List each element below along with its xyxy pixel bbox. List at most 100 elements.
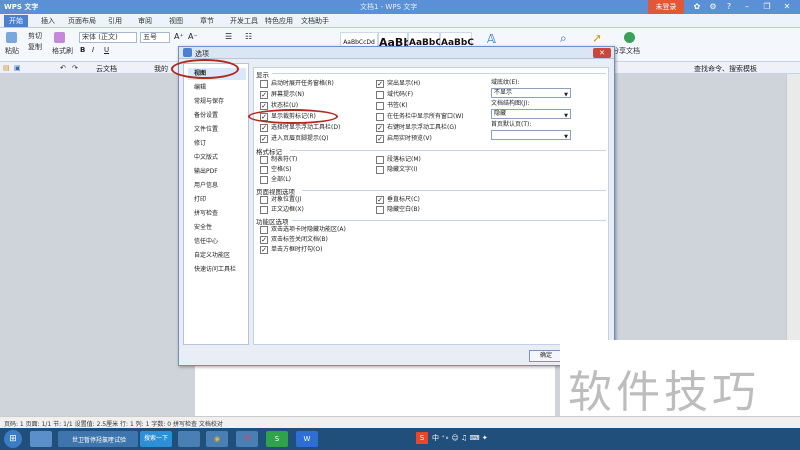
checkbox[interactable]: ✓: [260, 135, 268, 143]
checkbox[interactable]: [376, 91, 384, 99]
tab-references[interactable]: 引用: [103, 15, 127, 27]
format-painter-button[interactable]: 格式刷: [52, 46, 73, 56]
checkbox[interactable]: ✓: [376, 135, 384, 143]
nav-item-customize-ribbon[interactable]: 自定义功能区: [194, 250, 230, 262]
checkbox[interactable]: [260, 226, 268, 234]
dialog-title-bar[interactable]: 选项 ✕: [179, 47, 614, 59]
nav-item-trust-center[interactable]: 信任中心: [194, 236, 218, 248]
tab-view[interactable]: 视图: [164, 15, 188, 27]
find-icon[interactable]: ⌕: [560, 31, 567, 46]
wps-writer-icon[interactable]: W: [296, 431, 318, 447]
tab-developer[interactable]: 开发工具: [225, 15, 263, 27]
checkbox[interactable]: [376, 166, 384, 174]
nav-item-general-save[interactable]: 常规与保存: [194, 96, 224, 108]
nav-item-file-location[interactable]: 文件位置: [194, 124, 218, 136]
checkbox[interactable]: ✓: [260, 246, 268, 254]
checkbox[interactable]: [376, 102, 384, 110]
bold-icon[interactable]: B: [80, 46, 85, 54]
ime-mode-icon[interactable]: 中 ⁺∘ ☺ ♫ ⌨ ✦: [432, 433, 488, 443]
nav-item-spellcheck[interactable]: 拼写检查: [194, 208, 218, 220]
checkbox[interactable]: ✓: [376, 80, 384, 88]
format-painter-icon[interactable]: [54, 32, 65, 43]
share-icon[interactable]: [624, 32, 635, 43]
redo-icon[interactable]: ↷: [72, 64, 78, 72]
text-tool-icon[interactable]: 𝔸: [487, 32, 496, 46]
paste-icon[interactable]: [6, 32, 17, 43]
checkbox[interactable]: ✓: [260, 91, 268, 99]
copy-button[interactable]: 复制: [28, 42, 42, 52]
checkbox[interactable]: [376, 113, 384, 121]
cut-button[interactable]: 剪切: [28, 31, 42, 41]
settings-icon[interactable]: ⚙: [706, 1, 720, 13]
wps-sheets-icon[interactable]: S: [266, 431, 288, 447]
undo-icon[interactable]: ↶: [60, 64, 66, 72]
checkbox[interactable]: ✓: [376, 124, 384, 132]
numbered-list-icon[interactable]: ☷: [245, 32, 252, 41]
taskbar-app-icon[interactable]: [30, 431, 52, 447]
start-icon[interactable]: ⊞: [4, 430, 22, 448]
checkbox[interactable]: [260, 166, 268, 174]
checkbox[interactable]: ✓: [376, 196, 384, 204]
app-title[interactable]: WPS 文字: [4, 2, 38, 12]
grow-font-icon[interactable]: A⁺: [174, 32, 184, 41]
tab-page-layout[interactable]: 页面布局: [63, 15, 101, 27]
tab-insert[interactable]: 插入: [36, 15, 60, 27]
underline-icon[interactable]: U: [104, 46, 109, 54]
skin-icon[interactable]: ✿: [690, 1, 704, 13]
chrome-icon[interactable]: ◉: [206, 431, 228, 447]
checkbox[interactable]: [260, 176, 268, 184]
doc-map-select[interactable]: 隐藏 ▼: [491, 109, 571, 119]
checkbox[interactable]: ✓: [260, 124, 268, 132]
tab-home[interactable]: 开始: [4, 15, 28, 27]
select-icon[interactable]: ➚: [592, 31, 602, 45]
tab-features[interactable]: 特色应用: [260, 15, 298, 27]
nav-item-revision[interactable]: 修订: [194, 138, 206, 150]
option-label: 屏幕提示(N): [271, 91, 305, 98]
checkbox[interactable]: [260, 206, 268, 214]
shrink-font-icon[interactable]: A⁻: [188, 32, 198, 41]
font-name-select[interactable]: 宋体 (正文): [79, 32, 137, 43]
tab-review[interactable]: 审阅: [133, 15, 157, 27]
font-size-select[interactable]: 五号: [140, 32, 170, 43]
share-button[interactable]: 分享文档: [612, 46, 640, 56]
checkbox[interactable]: ✓: [260, 102, 268, 110]
close-icon[interactable]: ✕: [780, 1, 794, 13]
folder-icon[interactable]: ▤: [3, 64, 10, 72]
checkbox[interactable]: [260, 80, 268, 88]
field-shading-select[interactable]: 不显示 ▼: [491, 88, 571, 98]
taskbar-active-window[interactable]: 世卫暂停羟氯喹试验: [58, 431, 138, 447]
tab-chapter[interactable]: 章节: [195, 15, 219, 27]
nav-item-backup[interactable]: 备份设置: [194, 110, 218, 122]
tab-cloud-docs[interactable]: 云文档: [96, 64, 117, 74]
bullet-list-icon[interactable]: ☰: [225, 32, 232, 41]
first-page-select[interactable]: ▼: [491, 130, 571, 140]
wps-presentation-icon[interactable]: P: [236, 431, 258, 447]
login-button[interactable]: 未登录: [648, 0, 684, 14]
dialog-close-button[interactable]: ✕: [593, 48, 611, 58]
taskbar-app-icon[interactable]: [178, 431, 200, 447]
checkbox[interactable]: [376, 206, 384, 214]
checkbox[interactable]: [376, 156, 384, 164]
italic-icon[interactable]: I: [92, 46, 94, 54]
checkbox[interactable]: [260, 156, 268, 164]
ime-icon[interactable]: S: [416, 432, 428, 444]
ok-button[interactable]: 确定: [529, 350, 563, 362]
help-icon[interactable]: ?: [722, 1, 736, 13]
paste-button[interactable]: 粘贴: [5, 46, 19, 56]
nav-item-edit[interactable]: 编辑: [194, 82, 206, 94]
command-search[interactable]: 查找命令、搜索模板: [694, 64, 757, 74]
nav-item-chinese-layout[interactable]: 中文版式: [194, 152, 218, 164]
maximize-icon[interactable]: ❐: [760, 1, 774, 13]
save-icon[interactable]: ▣: [14, 64, 21, 72]
checkbox[interactable]: ✓: [260, 236, 268, 244]
nav-item-quick-access[interactable]: 快速访问工具栏: [194, 264, 236, 276]
taskbar-search-button[interactable]: 搜索一下: [140, 431, 172, 447]
minimize-icon[interactable]: –: [740, 1, 754, 13]
tab-doc-assistant[interactable]: 文档助手: [296, 15, 334, 27]
nav-item-security[interactable]: 安全性: [194, 222, 212, 234]
nav-item-print[interactable]: 打印: [194, 194, 206, 206]
nav-item-user-info[interactable]: 用户信息: [194, 180, 218, 192]
tab-my-docs[interactable]: 我的: [154, 64, 168, 74]
nav-item-output-pdf[interactable]: 输出PDF: [194, 166, 218, 178]
checkbox[interactable]: [260, 196, 268, 204]
